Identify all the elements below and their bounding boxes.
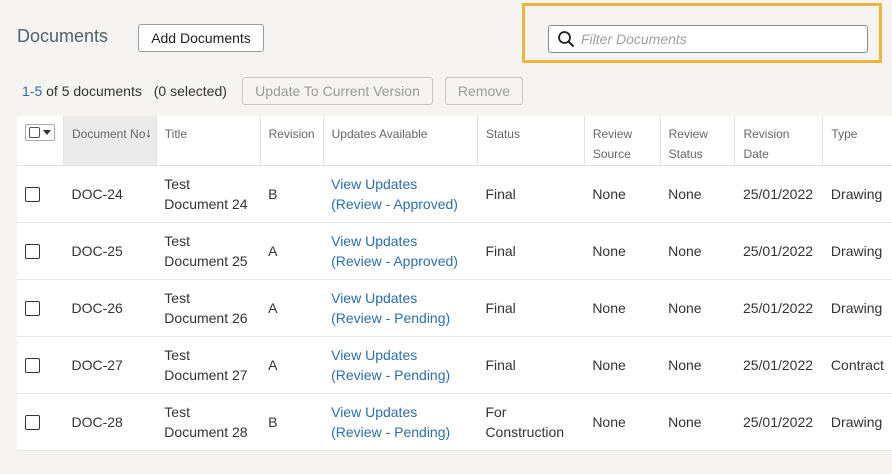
review-status-cell: None: [660, 222, 735, 280]
document-count: 1-5 of 5 documents (0 selected): [22, 83, 227, 99]
title-cell: Test Document 24: [156, 165, 261, 223]
review-status-cell: None: [660, 165, 735, 223]
of-text: of 5 documents: [46, 83, 142, 99]
status-cell: Final: [477, 279, 585, 337]
revision-cell: A: [260, 279, 324, 337]
revision-cell: B: [260, 393, 324, 451]
column-header-status[interactable]: Status: [477, 116, 585, 166]
table-row: DOC-28 Test Document 28 B View Updates (R…: [17, 393, 892, 451]
row-select-cell: [17, 393, 64, 451]
revision-cell: A: [260, 222, 324, 280]
review-status-cell: None: [660, 279, 735, 337]
row-select-cell: [17, 222, 64, 280]
updates-cell: View Updates (Review - Pending): [323, 393, 478, 451]
checkbox-icon: [29, 127, 40, 138]
review-status-cell: None: [660, 336, 735, 394]
title-cell: Test Document 26: [156, 279, 261, 337]
revision-date-cell: 25/01/2022: [734, 222, 823, 280]
view-updates-link[interactable]: View Updates: [331, 288, 469, 308]
column-header-type[interactable]: Type: [822, 116, 892, 166]
type-cell: Drawing: [822, 165, 892, 223]
revision-cell: B: [260, 165, 324, 223]
updates-cell: View Updates (Review - Approved): [323, 222, 478, 280]
status-cell: Final: [477, 336, 585, 394]
column-header-document-no[interactable]: Document No ↓: [63, 116, 157, 166]
filter-box[interactable]: [548, 25, 868, 53]
column-header-review-status[interactable]: Review Status: [660, 116, 736, 166]
filter-input[interactable]: [581, 31, 851, 47]
type-cell: Contract: [822, 336, 892, 394]
review-status-link[interactable]: (Review - Pending): [331, 308, 469, 328]
view-updates-link[interactable]: View Updates: [331, 174, 469, 194]
page-title: Documents: [17, 26, 109, 46]
column-header-revision-date[interactable]: Revision Date: [734, 116, 824, 166]
row-checkbox[interactable]: [25, 301, 40, 317]
column-header-updates[interactable]: Updates Available: [323, 116, 478, 166]
review-source-cell: None: [584, 336, 661, 394]
document-no-cell: DOC-25: [63, 222, 157, 280]
row-checkbox[interactable]: [25, 358, 40, 374]
updates-cell: View Updates (Review - Pending): [323, 279, 478, 337]
row-checkbox[interactable]: [25, 187, 40, 203]
column-header-revision[interactable]: Revision: [260, 116, 324, 166]
table-row: DOC-26 Test Document 26 A View Updates (R…: [17, 279, 892, 337]
revision-date-cell: 25/01/2022: [734, 393, 823, 451]
updates-cell: View Updates (Review - Approved): [323, 165, 478, 223]
remove-button[interactable]: Remove: [445, 77, 523, 105]
row-select-cell: [17, 336, 64, 394]
revision-date-cell: 25/01/2022: [734, 165, 823, 223]
review-status-link[interactable]: (Review - Pending): [331, 422, 469, 442]
type-cell: Drawing: [822, 393, 892, 451]
review-source-cell: None: [584, 222, 661, 280]
revision-cell: A: [260, 336, 324, 394]
status-cell: For Construction: [477, 393, 585, 451]
review-source-cell: None: [584, 393, 661, 451]
document-no-cell: DOC-24: [63, 165, 157, 223]
filter-highlight: [522, 3, 882, 63]
row-select-cell: [17, 279, 64, 337]
table-header-row: Document No ↓ Title Revision Updates Avai…: [17, 116, 892, 166]
search-icon: [557, 30, 575, 48]
status-cell: Final: [477, 165, 585, 223]
review-status-link[interactable]: (Review - Approved): [331, 251, 469, 271]
review-status-cell: None: [660, 393, 735, 451]
document-no-cell: DOC-28: [63, 393, 157, 451]
document-no-cell: DOC-26: [63, 279, 157, 337]
row-checkbox[interactable]: [25, 415, 40, 431]
select-all-checkbox[interactable]: [25, 124, 55, 141]
updates-cell: View Updates (Review - Pending): [323, 336, 478, 394]
column-header-review-source[interactable]: Review Source: [584, 116, 661, 166]
review-source-cell: None: [584, 165, 661, 223]
range-text: 1-5: [22, 83, 43, 99]
title-cell: Test Document 25: [156, 222, 261, 280]
status-cell: Final: [477, 222, 585, 280]
sort-down-icon: ↓: [145, 125, 152, 140]
review-status-link[interactable]: (Review - Pending): [331, 365, 469, 385]
revision-date-cell: 25/01/2022: [734, 279, 823, 337]
add-documents-button[interactable]: Add Documents: [138, 24, 264, 52]
type-cell: Drawing: [822, 279, 892, 337]
row-checkbox[interactable]: [25, 244, 40, 260]
selected-count: (0 selected): [153, 83, 227, 99]
table-row: DOC-24 Test Document 24 B View Updates (R…: [17, 165, 892, 223]
table-row: DOC-27 Test Document 27 A View Updates (R…: [17, 336, 892, 394]
review-source-cell: None: [584, 279, 661, 337]
view-updates-link[interactable]: View Updates: [331, 402, 469, 422]
update-to-current-version-button[interactable]: Update To Current Version: [242, 77, 433, 105]
chevron-down-icon: [43, 130, 51, 135]
row-select-cell: [17, 165, 64, 223]
revision-date-cell: 25/01/2022: [734, 336, 823, 394]
view-updates-link[interactable]: View Updates: [331, 345, 469, 365]
column-header-title[interactable]: Title: [156, 116, 261, 166]
review-status-link[interactable]: (Review - Approved): [331, 194, 469, 214]
type-cell: Drawing: [822, 222, 892, 280]
column-label: Document No: [72, 127, 146, 141]
select-all-header: [17, 116, 64, 166]
view-updates-link[interactable]: View Updates: [331, 231, 469, 251]
title-cell: Test Document 28: [156, 393, 261, 451]
documents-table: Document No ↓ Title Revision Updates Avai…: [17, 116, 892, 451]
document-no-cell: DOC-27: [63, 336, 157, 394]
table-row: DOC-25 Test Document 25 A View Updates (R…: [17, 222, 892, 280]
title-cell: Test Document 27: [156, 336, 261, 394]
